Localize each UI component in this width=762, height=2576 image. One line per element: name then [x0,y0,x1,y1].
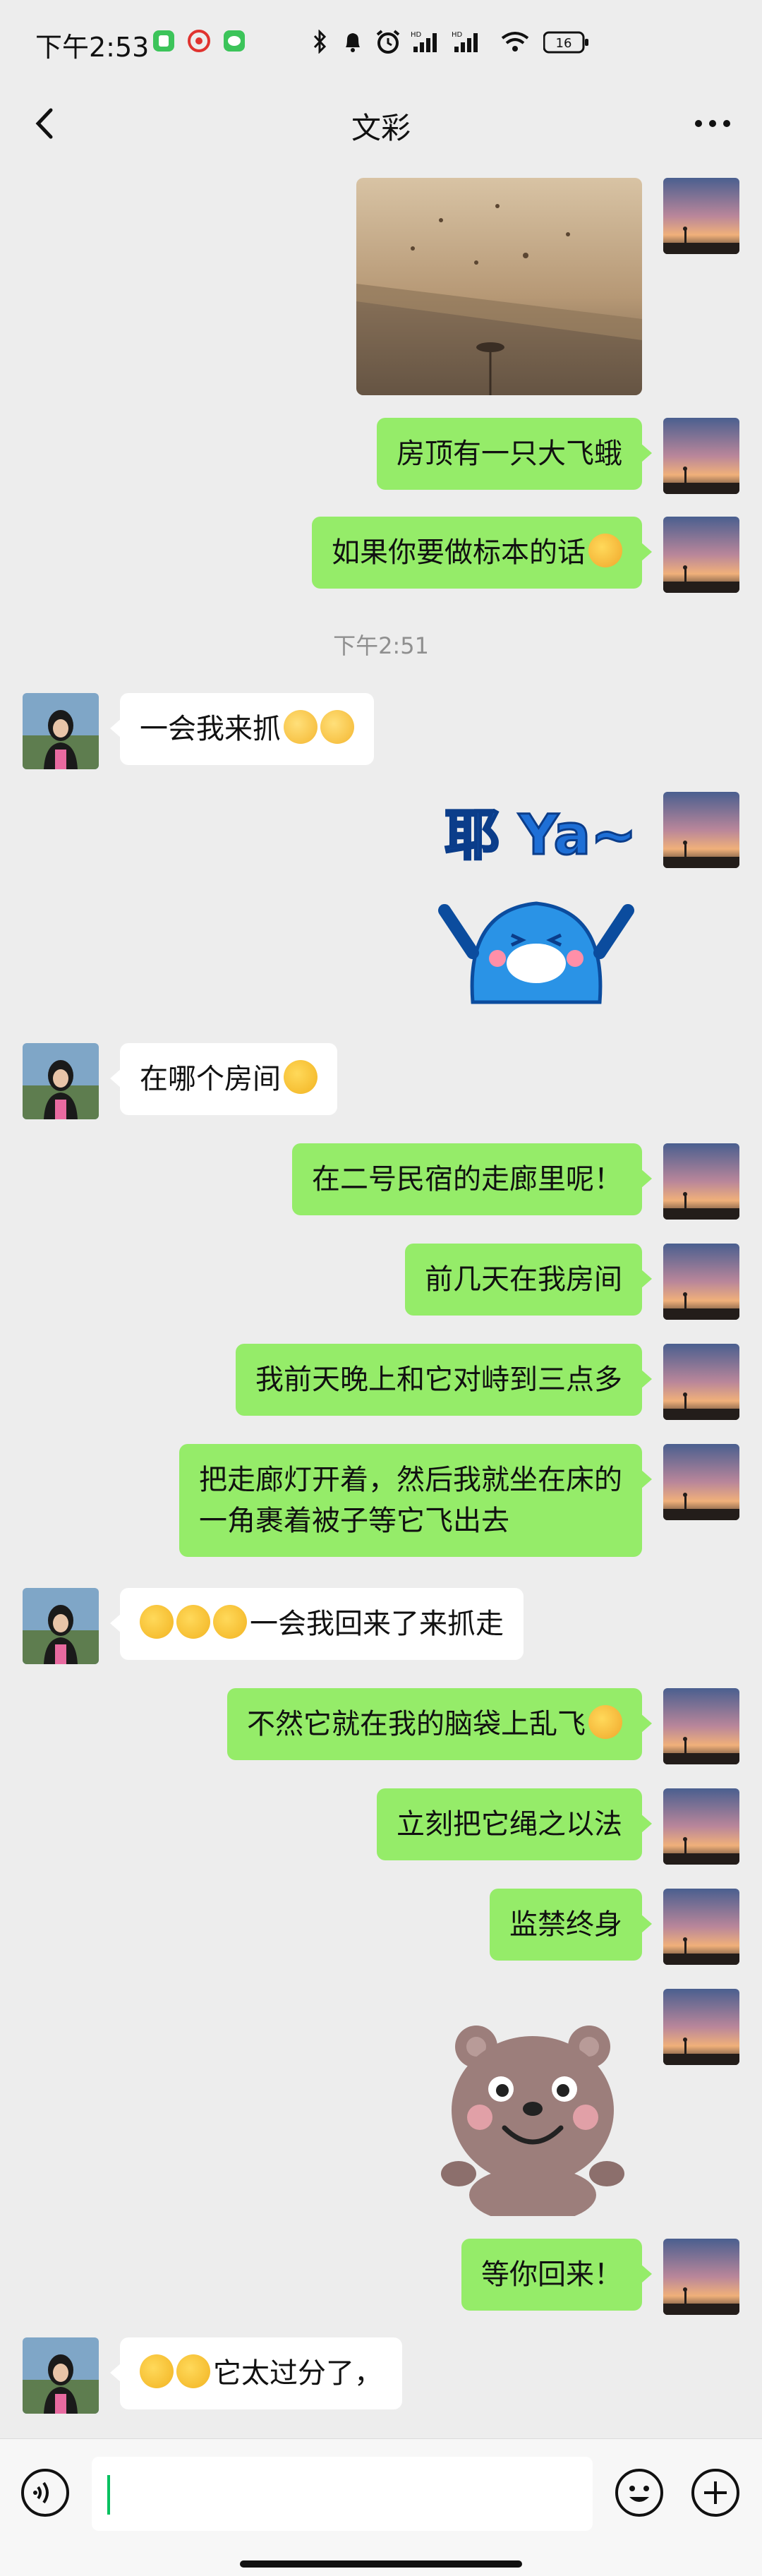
text-cursor [107,2475,110,2515]
target-app-icon [188,30,210,55]
sticker-message[interactable] [423,2004,642,2223]
message-bubble[interactable]: 它太过分了， [110,2337,402,2409]
message-bubble[interactable]: 不然它就在我的脑袋上乱飞 [227,1688,652,1760]
thinking-emoji-icon [176,2354,210,2388]
more-dots-icon [695,120,730,127]
self-avatar[interactable] [663,1788,739,1865]
blush-emoji-icon [284,710,318,744]
message-text: 前几天在我房间 [425,1263,622,1296]
input-bar [0,2438,762,2576]
battery-icon: 16 [543,31,590,56]
signal-icon-1: HD [411,30,442,56]
thinking-emoji-icon [213,1605,247,1639]
more-button[interactable] [691,113,734,134]
voice-icon [21,2469,69,2517]
status-time: 下午2:53 [35,32,150,63]
voice-button[interactable] [20,2467,71,2518]
message-input[interactable] [92,2457,593,2531]
message-bubble[interactable]: 立刻把它绳之以法 [377,1788,652,1860]
app-notification-icon [152,30,175,55]
thinking-emoji-icon [140,2354,174,2388]
self-avatar[interactable] [663,1444,739,1520]
self-avatar[interactable] [663,1688,739,1764]
message-bubble[interactable]: 在哪个房间 [110,1043,337,1115]
svg-text:HD: HD [411,31,422,39]
status-bar: 下午2:53 HD HD 16 [0,0,762,85]
bell-icon [341,30,364,56]
self-avatar[interactable] [663,418,739,494]
message-text: 我前天晚上和它对峙到三点多 [255,1364,622,1396]
message-bubble[interactable]: 房顶有一只大飞蛾 [377,418,652,490]
emoji-icon [615,2469,663,2517]
message-text: 监禁终身 [509,1908,622,1941]
home-indicator [240,2560,522,2568]
self-avatar[interactable] [663,1244,739,1320]
friend-avatar[interactable] [23,693,99,769]
sticker-text: 耶 Ya~ [445,804,636,867]
bear-sticker-icon [441,2026,624,2223]
message-bubble[interactable]: 我前天晚上和它对峙到三点多 [236,1344,652,1416]
self-avatar[interactable] [663,517,739,593]
chat-title: 文彩 [351,111,411,145]
laughing-emoji-icon [588,534,622,567]
thinking-emoji-icon [284,1060,318,1094]
friend-avatar[interactable] [23,2337,99,2414]
message-bubble[interactable]: 一会我回来了来抓走 [110,1588,524,1660]
message-timestamp: 下午2:51 [333,632,429,659]
message-text-line: 一角裹着被子等它飞出去 [199,1505,509,1537]
alarm-icon [375,30,401,58]
chat-header: 文彩 [0,85,762,162]
wechat-notification-icon [223,30,246,55]
laughing-emoji-icon [588,1705,622,1739]
friend-avatar[interactable] [23,1043,99,1119]
plus-icon [691,2469,739,2517]
message-bubble[interactable]: 在二号民宿的走廊里呢！ [292,1143,652,1215]
wifi-icon [500,30,531,56]
add-button[interactable] [690,2467,741,2518]
message-bubble[interactable]: 前几天在我房间 [405,1244,652,1316]
message-text: 在二号民宿的走廊里呢！ [312,1163,622,1196]
sticker-message[interactable]: 耶 Ya~ [423,790,642,1016]
message-text-line: 把走廊灯开着，然后我就坐在床的 [199,1464,622,1496]
emoji-button[interactable] [614,2467,665,2518]
signal-icon-2: HD [452,30,483,56]
thinking-emoji-icon [140,1605,174,1639]
friend-avatar[interactable] [23,1588,99,1664]
message-text: 立刻把它绳之以法 [397,1808,622,1841]
message-bubble[interactable]: 监禁终身 [490,1889,652,1961]
thinking-emoji-icon [176,1605,210,1639]
message-bubble[interactable]: 等你回来！ [461,2239,652,2311]
self-avatar[interactable] [663,1889,739,1965]
ceiling-moth-photo [356,178,642,395]
message-text: 它太过分了， [213,2357,382,2390]
yeah-sticker-icon: 耶 Ya~ [438,803,638,1004]
message-bubble[interactable]: 一会我来抓 [110,693,374,765]
message-text: 房顶有一只大飞蛾 [397,438,622,470]
battery-level: 16 [556,36,572,51]
self-avatar[interactable] [663,1344,739,1420]
message-text: 一会我回来了来抓走 [250,1608,504,1640]
self-avatar[interactable] [663,1143,739,1220]
message-text: 如果你要做标本的话 [332,536,586,569]
message-text: 等你回来！ [481,2258,622,2291]
bluetooth-icon [312,29,329,56]
message-text: 不然它就在我的脑袋上乱飞 [247,1708,586,1740]
blush-emoji-icon [320,710,354,744]
self-avatar[interactable] [663,1989,739,2065]
self-avatar[interactable] [663,178,739,254]
message-bubble[interactable]: 如果你要做标本的话 [312,517,652,589]
svg-text:HD: HD [452,31,463,39]
self-avatar[interactable] [663,792,739,868]
message-text: 在哪个房间 [140,1063,281,1095]
message-text: 一会我来抓 [140,713,281,745]
self-avatar[interactable] [663,2239,739,2315]
photo-message[interactable] [356,178,642,395]
message-bubble[interactable]: 把走廊灯开着，然后我就坐在床的 一角裹着被子等它飞出去 [179,1444,652,1557]
